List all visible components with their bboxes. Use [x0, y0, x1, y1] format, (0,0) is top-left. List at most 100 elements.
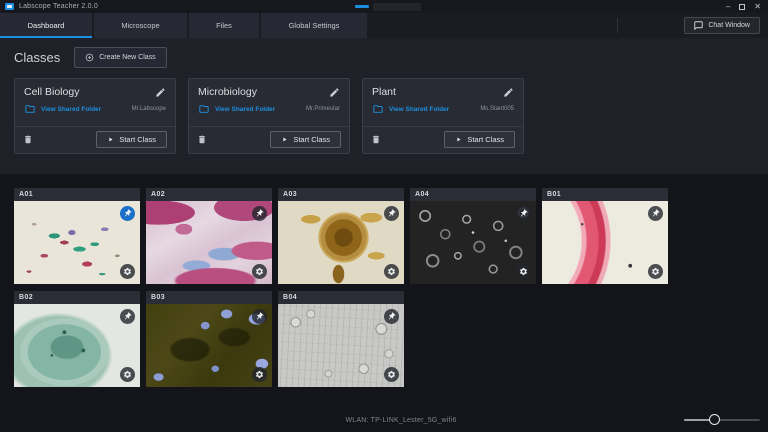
class-cards: Cell Biology View Shared Folder Mr.Labsc… [14, 78, 524, 154]
card-footer: Start Class [189, 126, 349, 153]
start-class-button[interactable]: Start Class [270, 131, 341, 148]
gear-icon [255, 370, 264, 379]
card-footer: Start Class [15, 126, 175, 153]
thumb-settings-button[interactable] [120, 264, 135, 279]
chat-icon [694, 21, 703, 30]
pin-button[interactable] [384, 309, 399, 324]
thumb-header: A04 [410, 188, 536, 201]
microscope-label: A04 [415, 191, 429, 198]
folder-icon [24, 104, 36, 114]
thumb-settings-button[interactable] [252, 367, 267, 382]
pin-button[interactable] [252, 206, 267, 221]
titlebar: Labscope Teacher 2.0.0 – ✕ [0, 0, 768, 13]
microscope-thumb-b02[interactable]: B02 [14, 291, 140, 387]
chat-window-button[interactable]: Chat Window [684, 17, 760, 34]
microscope-thumb-a02[interactable]: A02 [146, 188, 272, 284]
edit-class-button[interactable] [503, 87, 514, 98]
pin-button[interactable] [516, 206, 531, 221]
view-shared-folder-link[interactable]: View Shared Folder [41, 106, 101, 113]
wlan-status: WLAN: TP-LINK_Lester_5G_wifi6 [34, 417, 768, 424]
trash-icon [197, 134, 207, 145]
wifi-strength-handle[interactable] [709, 414, 720, 425]
thumb-header: B03 [146, 291, 272, 304]
delete-class-button[interactable] [197, 134, 207, 145]
delete-class-button[interactable] [371, 134, 381, 145]
class-card-microbiology: Microbiology View Shared Folder Mr.Prime… [188, 78, 350, 154]
start-class-label: Start Class [467, 135, 504, 144]
thumb-settings-button[interactable] [516, 264, 531, 279]
trash-icon [371, 134, 381, 145]
create-new-class-button[interactable]: Create New Class [74, 47, 166, 68]
start-class-button[interactable]: Start Class [96, 131, 167, 148]
start-class-button[interactable]: Start Class [444, 131, 515, 148]
pin-icon [517, 207, 530, 220]
teacher-name: Mr.Primestar [306, 106, 340, 112]
start-class-label: Start Class [293, 135, 330, 144]
trash-icon [23, 134, 33, 145]
tab-files[interactable]: Files [189, 13, 259, 38]
close-button[interactable]: ✕ [754, 0, 761, 13]
class-title: Plant [372, 86, 396, 98]
view-shared-folder-link[interactable]: View Shared Folder [389, 106, 449, 113]
thumbnail-grid: A01 A02 [14, 188, 756, 387]
thumb-settings-button[interactable] [384, 367, 399, 382]
class-title: Microbiology [198, 86, 257, 98]
microscope-thumb-b01[interactable]: B01 [542, 188, 668, 284]
pin-icon [385, 310, 398, 323]
thumb-header: A03 [278, 188, 404, 201]
thumb-settings-button[interactable] [252, 264, 267, 279]
thumb-settings-button[interactable] [120, 367, 135, 382]
tab-global-settings[interactable]: Global Settings [261, 13, 367, 38]
folder-icon [198, 104, 210, 114]
microscope-label: A03 [283, 191, 297, 198]
tab-dashboard-label: Dashboard [28, 21, 65, 30]
shared-folder-row: View Shared Folder Mr.Primestar [189, 101, 349, 119]
play-icon [281, 136, 288, 143]
microscope-thumb-b03[interactable]: B03 [146, 291, 272, 387]
create-new-class-label: Create New Class [99, 54, 155, 61]
microscope-label: A02 [151, 191, 165, 198]
thumb-header: A02 [146, 188, 272, 201]
tabbar-divider [617, 18, 618, 33]
tab-dashboard[interactable]: Dashboard [0, 13, 92, 38]
edit-class-button[interactable] [329, 87, 340, 98]
tab-files-label: Files [216, 21, 232, 30]
titlebar-pill [373, 3, 421, 11]
thumb-header: A01 [14, 188, 140, 201]
view-shared-folder-link[interactable]: View Shared Folder [215, 106, 275, 113]
start-class-label: Start Class [119, 135, 156, 144]
folder-icon [372, 104, 384, 114]
maximize-button[interactable] [739, 4, 745, 10]
card-title-row: Microbiology [189, 79, 349, 101]
microscope-label: B01 [547, 191, 561, 198]
pin-button[interactable] [252, 309, 267, 324]
pin-button[interactable] [120, 206, 135, 221]
gear-icon [123, 370, 132, 379]
card-title-row: Cell Biology [15, 79, 175, 101]
thumb-settings-button[interactable] [648, 264, 663, 279]
thumb-header: B02 [14, 291, 140, 304]
shared-folder-row: View Shared Folder Ms.Stant005 [363, 101, 523, 119]
pin-icon [253, 207, 266, 220]
gear-icon [387, 267, 396, 276]
microscope-thumb-a01[interactable]: A01 [14, 188, 140, 284]
bottom-slider[interactable] [684, 413, 760, 427]
microscope-thumb-b04[interactable]: B04 [278, 291, 404, 387]
class-card-cell-biology: Cell Biology View Shared Folder Mr.Labsc… [14, 78, 176, 154]
minimize-button[interactable]: – [726, 0, 730, 13]
pin-button[interactable] [120, 309, 135, 324]
microscope-thumb-a03[interactable]: A03 [278, 188, 404, 284]
thumb-header: B01 [542, 188, 668, 201]
pin-button[interactable] [648, 206, 663, 221]
edit-class-button[interactable] [155, 87, 166, 98]
microscope-thumb-a04[interactable]: A04 [410, 188, 536, 284]
pin-button[interactable] [384, 206, 399, 221]
thumb-settings-button[interactable] [384, 264, 399, 279]
class-title: Cell Biology [24, 86, 79, 98]
tab-microscope[interactable]: Microscope [94, 13, 187, 38]
delete-class-button[interactable] [23, 134, 33, 145]
classes-header: Classes Create New Class [14, 47, 167, 68]
shared-folder-row: View Shared Folder Mr.Labscope [15, 101, 175, 119]
pencil-icon [155, 87, 166, 98]
microscope-label: A01 [19, 191, 33, 198]
